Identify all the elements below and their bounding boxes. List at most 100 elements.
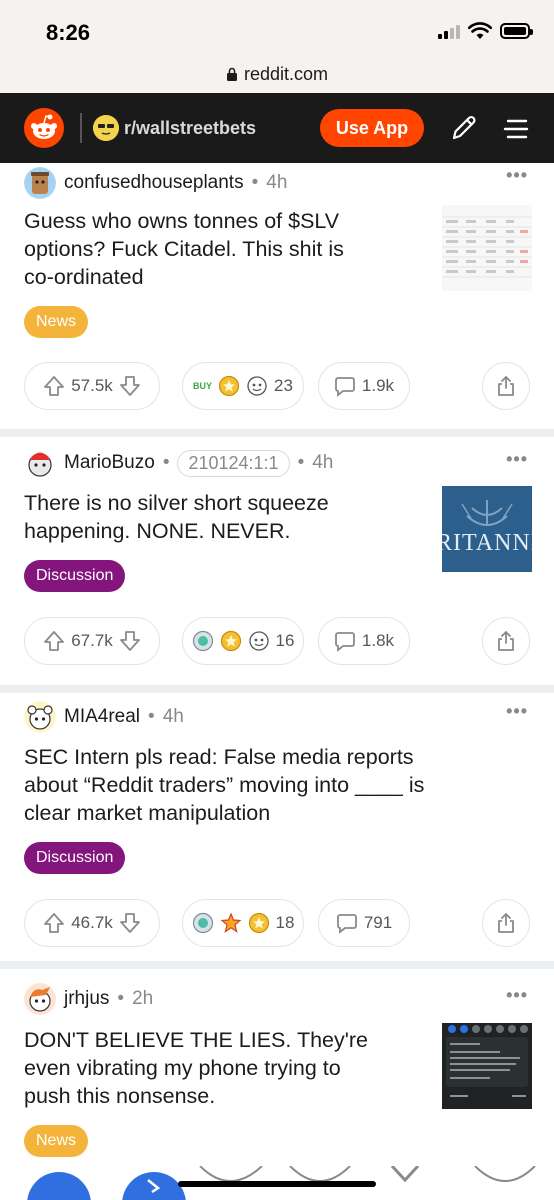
menu-icon[interactable] <box>502 115 530 143</box>
upvote-icon[interactable] <box>43 630 65 652</box>
helpful-award-icon <box>192 630 213 652</box>
wholesome-award-icon <box>247 376 267 396</box>
post-thumbnail[interactable] <box>442 205 532 291</box>
battery-icon <box>500 23 533 39</box>
gold-award-icon <box>220 630 241 652</box>
title-line: Guess who owns tonnes of $SLV <box>24 209 340 233</box>
post-author[interactable]: confusedhouseplants • 4h <box>24 167 287 199</box>
title-line: options? Fuck Citadel. This shit is <box>24 237 344 261</box>
user-avatar[interactable] <box>24 167 56 199</box>
vote-count: 67.7k <box>71 631 113 650</box>
post-age: 4h <box>266 172 288 193</box>
vote-control: 46.7k <box>24 899 160 947</box>
more-options-icon[interactable]: ••• <box>506 449 528 470</box>
post-flair-tag[interactable]: News <box>24 1125 89 1157</box>
status-bar: 8:26 <box>0 0 554 55</box>
reddit-header: r/wallstreetbets Use App <box>0 93 554 163</box>
comment-count: 791 <box>363 913 393 932</box>
user-avatar[interactable] <box>24 701 56 733</box>
post-flair-tag[interactable]: Discussion <box>24 560 126 592</box>
status-icons <box>438 22 533 40</box>
downvote-icon[interactable] <box>119 375 141 397</box>
post-age: 4h <box>162 706 184 727</box>
share-button[interactable] <box>482 899 530 947</box>
home-indicator[interactable] <box>178 1181 376 1187</box>
title-line: DON'T BELIEVE THE LIES. They're <box>24 1028 368 1052</box>
title-line: push this nonsense. <box>24 1084 216 1108</box>
title-line: There is no silver short squeeze <box>24 491 329 515</box>
meta-dot: • <box>148 706 155 727</box>
title-line: even vibrating my phone trying to <box>24 1056 341 1080</box>
author-name[interactable]: MarioBuzo <box>64 452 155 474</box>
post-actions: 67.7k 16 1.8k <box>24 617 530 665</box>
awards-pill[interactable]: 18 <box>182 899 304 947</box>
user-avatar[interactable] <box>24 447 56 479</box>
post-flair-tag[interactable]: Discussion <box>24 842 126 874</box>
share-icon <box>498 375 514 396</box>
subreddit-name[interactable]: r/wallstreetbets <box>124 118 256 139</box>
meta-dot: • <box>117 988 125 1009</box>
star-award-icon <box>220 912 242 933</box>
awards-pill[interactable]: BUY 23 <box>182 362 304 410</box>
vote-control: 57.5k <box>24 362 160 410</box>
comment-icon <box>335 377 355 397</box>
post-card[interactable]: jrhjus • 2h ••• DON'T BELIEVE THE LIES. … <box>0 969 554 1174</box>
title-line: happening. NONE. NEVER. <box>24 519 291 543</box>
status-time: 8:26 <box>46 20 91 45</box>
post-author[interactable]: MIA4real • 4h <box>24 701 184 733</box>
downvote-icon[interactable] <box>119 912 141 934</box>
author-name[interactable]: confusedhouseplants <box>64 172 244 194</box>
vote-count: 57.5k <box>71 376 113 395</box>
meta-dot: • <box>297 452 305 473</box>
share-button[interactable] <box>482 362 530 410</box>
post-flair-tag[interactable]: News <box>24 306 89 338</box>
more-options-icon[interactable]: ••• <box>506 985 528 1006</box>
header-divider <box>80 113 82 143</box>
post-author[interactable]: MarioBuzo • 210124:1:1 • 4h <box>24 447 333 479</box>
buy-award-label: BUY <box>193 381 213 391</box>
share-icon <box>498 630 514 651</box>
awards-pill[interactable]: 16 <box>182 617 304 665</box>
more-options-icon[interactable]: ••• <box>506 701 528 722</box>
author-name[interactable]: jrhjus <box>64 988 109 1010</box>
comments-button[interactable]: 791 <box>318 899 410 947</box>
comments-button[interactable]: 1.8k <box>318 617 410 665</box>
post-title[interactable]: DON'T BELIEVE THE LIES. They're even vib… <box>24 1026 368 1110</box>
pencil-icon[interactable] <box>448 112 480 144</box>
lock-icon <box>226 67 237 81</box>
post-actions: 46.7k 18 791 <box>24 899 530 947</box>
title-line: co-ordinated <box>24 265 144 289</box>
user-avatar[interactable] <box>24 983 56 1015</box>
address-bar[interactable]: reddit.com <box>0 55 554 93</box>
upvote-icon[interactable] <box>43 912 65 934</box>
reddit-logo-icon[interactable] <box>24 108 64 148</box>
meta-dot: • <box>251 172 259 193</box>
share-icon <box>498 912 514 933</box>
subreddit-avatar[interactable] <box>93 115 119 141</box>
post-thumbnail[interactable]: RITANNIC <box>442 486 532 572</box>
post-title[interactable]: There is no silver short squeeze happeni… <box>24 489 329 545</box>
post-author[interactable]: jrhjus • 2h <box>24 983 153 1015</box>
post-card[interactable]: MIA4real • 4h ••• SEC Intern pls read: F… <box>0 693 554 961</box>
post-title[interactable]: SEC Intern pls read: False media reports… <box>24 743 424 827</box>
comment-icon <box>335 632 355 652</box>
comment-count: 1.9k <box>361 376 395 395</box>
title-line: about “Reddit traders” moving into ____ … <box>24 773 425 797</box>
gold-award-icon <box>248 912 269 934</box>
comments-button[interactable]: 1.9k <box>318 362 410 410</box>
author-name[interactable]: MIA4real <box>64 706 140 728</box>
share-button[interactable] <box>482 617 530 665</box>
upvote-icon[interactable] <box>43 375 65 397</box>
post-card[interactable]: MarioBuzo • 210124:1:1 • 4h ••• There is… <box>0 437 554 685</box>
more-options-icon[interactable]: ••• <box>506 165 528 186</box>
award-count: 23 <box>274 376 293 395</box>
wholesome-award-icon <box>248 631 269 651</box>
use-app-button[interactable]: Use App <box>320 109 424 147</box>
post-thumbnail[interactable] <box>442 1023 532 1109</box>
helpful-award-icon <box>192 912 213 934</box>
post-title[interactable]: Guess who owns tonnes of $SLV options? F… <box>24 207 344 291</box>
post-age: 4h <box>312 452 334 473</box>
title-line: clear market manipulation <box>24 801 271 825</box>
post-card[interactable]: confusedhouseplants • 4h ••• Guess who o… <box>0 163 554 429</box>
downvote-icon[interactable] <box>119 630 141 652</box>
